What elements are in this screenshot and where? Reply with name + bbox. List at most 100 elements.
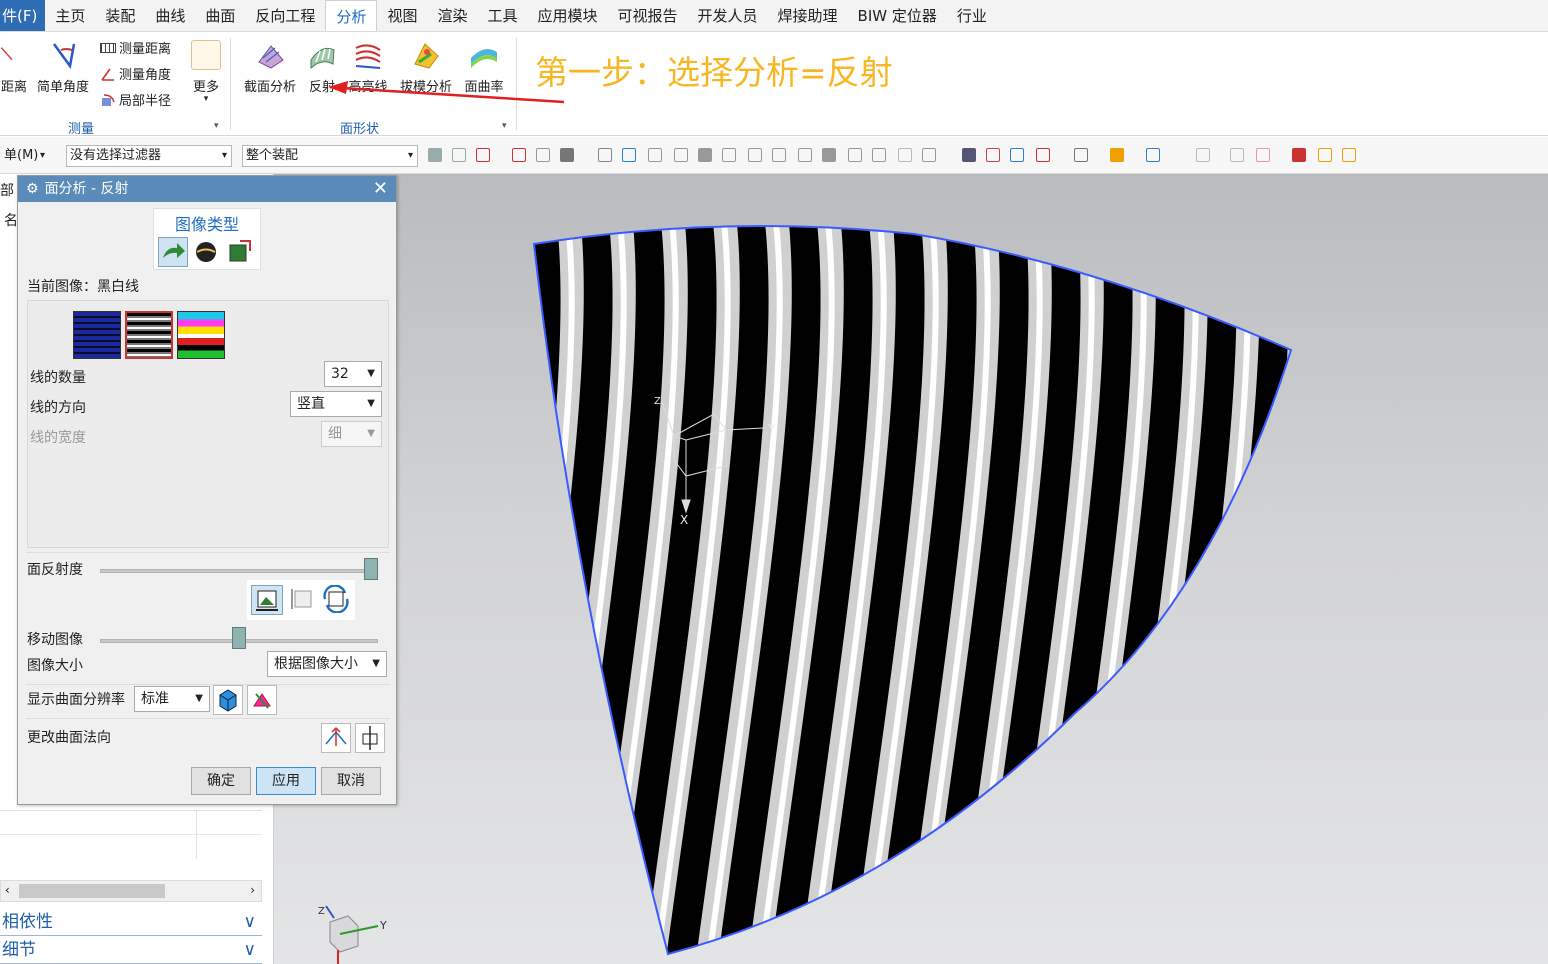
dependencies-section[interactable]: 相依性 ∨	[0, 908, 262, 936]
toolbar-tool-icon[interactable]	[722, 148, 736, 162]
rotate-image-button[interactable]	[321, 584, 351, 615]
display-resolution-select[interactable]: 标准 ▼	[134, 686, 210, 712]
menu-view[interactable]: 视图	[377, 0, 427, 31]
menu-analysis[interactable]: 分析	[325, 0, 378, 31]
toolbar-tool-icon[interactable]	[1146, 148, 1160, 162]
toolbar-tool-icon[interactable]	[1036, 148, 1050, 162]
menu-weld-assistant[interactable]: 焊接助理	[768, 0, 848, 31]
dialog-title-bar[interactable]: ⚙ 面分析 - 反射 ✕	[18, 176, 396, 202]
graphics-viewport[interactable]: Y X Z Y Z	[274, 174, 1548, 964]
scroll-right-icon[interactable]: ›	[250, 883, 255, 897]
toolbar-tool-icon[interactable]	[674, 148, 688, 162]
toolbar-tool-icon[interactable]	[986, 148, 1000, 162]
chevron-down-icon: ▼	[367, 428, 375, 439]
close-icon[interactable]: ✕	[373, 176, 388, 202]
toolbar-tool-icon[interactable]	[748, 148, 762, 162]
toolbar-tool-icon[interactable]	[1342, 148, 1356, 162]
black-white-lines-swatch[interactable]	[125, 311, 173, 359]
menu-tools[interactable]: 工具	[477, 0, 527, 31]
scrollbar-thumb[interactable]	[19, 884, 165, 898]
toolbar-tool-icon[interactable]	[536, 148, 550, 162]
toolbar-tool-icon[interactable]	[772, 148, 786, 162]
section-analysis-button[interactable]: 截面分析	[240, 40, 300, 95]
ok-button[interactable]: 确定	[191, 767, 251, 795]
reverse-normal-button[interactable]	[321, 723, 351, 753]
image-type-custom-button[interactable]	[226, 237, 256, 267]
measure-distance-button[interactable]: 距离	[0, 40, 28, 95]
toolbar-tool-icon[interactable]	[848, 148, 862, 162]
scope-dropdown[interactable]: 整个装配 ▾	[242, 145, 418, 167]
toolbar-tool-icon[interactable]	[1318, 148, 1332, 162]
toolbar-tool-icon[interactable]	[1256, 148, 1270, 162]
resolution-settings-button[interactable]	[213, 685, 243, 715]
face-normal-icon	[362, 726, 378, 750]
more-dropdown-icon: ▾	[203, 94, 209, 104]
toolbar-tool-icon[interactable]	[1196, 148, 1210, 162]
toolbar-tool-icon[interactable]	[1074, 148, 1088, 162]
color-lines-swatch[interactable]	[177, 311, 225, 359]
menu-curve[interactable]: 曲线	[145, 0, 195, 31]
local-radius-small-button[interactable]: 局部半径	[100, 90, 171, 109]
toolbar-tool-icon[interactable]	[1292, 148, 1306, 162]
menu-home[interactable]: 主页	[45, 0, 95, 31]
reflection-stripe	[434, 214, 532, 964]
scroll-left-icon[interactable]: ‹	[5, 883, 10, 897]
reflectivity-slider[interactable]	[100, 569, 378, 573]
menu-biw-locator[interactable]: BIW 定位器	[848, 0, 947, 31]
reflectivity-slider-thumb[interactable]	[364, 558, 378, 580]
more-button[interactable]: 更多 ▾	[188, 40, 224, 104]
measure-group-expand-icon[interactable]: ▾	[214, 121, 219, 131]
step-annotation: 第一步：选择分析=反射	[535, 53, 893, 92]
toolbar-tool-icon[interactable]	[962, 148, 976, 162]
menu-assembly[interactable]: 装配	[95, 0, 145, 31]
menu-developer[interactable]: 开发人员	[688, 0, 768, 31]
toolbar-tool-icon[interactable]	[452, 148, 466, 162]
horizontal-scrollbar[interactable]: ‹ ›	[0, 880, 262, 902]
local-radius-label: 局部半径	[119, 94, 172, 109]
toolbar-tool-icon[interactable]	[476, 148, 490, 162]
menu-application[interactable]: 应用模块	[527, 0, 607, 31]
toolbar-tool-icon[interactable]	[698, 148, 712, 162]
toolbar-tool-icon[interactable]	[598, 148, 612, 162]
cancel-button[interactable]: 取消	[321, 767, 381, 795]
toolbar-tool-icon[interactable]	[512, 148, 526, 162]
toolbar-tool-icon[interactable]	[898, 148, 912, 162]
measure-distance-small-button[interactable]: 测量距离	[100, 38, 171, 57]
menu-visual-report[interactable]: 可视报告	[608, 0, 688, 31]
resolution-update-button[interactable]	[247, 685, 277, 715]
menu-render[interactable]: 渲染	[427, 0, 477, 31]
toolbar-tool-icon[interactable]	[822, 148, 836, 162]
face-analysis-reflection-dialog: ⚙ 面分析 - 反射 ✕ 图像类型 当前图像：黑白线 线的数量 32 ▼ 线的方向 …	[17, 175, 397, 805]
face-shape-group-expand-icon[interactable]: ▾	[502, 121, 507, 131]
toolbar-tool-icon[interactable]	[428, 148, 442, 162]
toolbar-tool-icon[interactable]	[1010, 148, 1024, 162]
toolbar-tool-icon[interactable]	[1230, 148, 1244, 162]
menu-file[interactable]: 件(F)	[0, 0, 46, 31]
move-image-slider-thumb[interactable]	[232, 627, 246, 649]
apply-button[interactable]: 应用	[256, 767, 316, 795]
menu-surface[interactable]: 曲面	[195, 0, 245, 31]
blue-lines-swatch[interactable]	[73, 311, 121, 359]
toolbar-tool-icon[interactable]	[1110, 148, 1124, 162]
move-image-button[interactable]	[251, 585, 283, 615]
toolbar-tool-icon[interactable]	[798, 148, 812, 162]
toolbar-tool-icon[interactable]	[922, 148, 936, 162]
toolbar-tool-icon[interactable]	[872, 148, 886, 162]
measure-angle-small-button[interactable]: 测量角度	[100, 64, 171, 83]
line-count-select[interactable]: 32 ▼	[324, 361, 382, 387]
menu-industry[interactable]: 行业	[947, 0, 997, 31]
simple-angle-button[interactable]: 简单角度	[33, 40, 93, 95]
image-size-select[interactable]: 根据图像大小 ▼	[267, 651, 387, 677]
line-direction-select[interactable]: 竖直 ▼	[290, 391, 382, 417]
selection-filter-dropdown[interactable]: 没有选择过滤器 ▾	[66, 145, 232, 167]
menu-reverse-engineering[interactable]: 反向工程	[245, 0, 325, 31]
menu-dropdown[interactable]: 单(M) ▾	[0, 145, 50, 167]
image-type-scene-button[interactable]	[192, 237, 222, 267]
image-type-lines-button[interactable]	[158, 237, 188, 267]
scale-image-button[interactable]	[287, 585, 317, 615]
toolbar-tool-icon[interactable]	[648, 148, 662, 162]
specify-normal-button[interactable]	[355, 723, 385, 753]
toolbar-tool-icon[interactable]	[622, 148, 636, 162]
toolbar-tool-icon[interactable]	[560, 148, 574, 162]
details-section[interactable]: 细节 ∨	[0, 936, 262, 964]
